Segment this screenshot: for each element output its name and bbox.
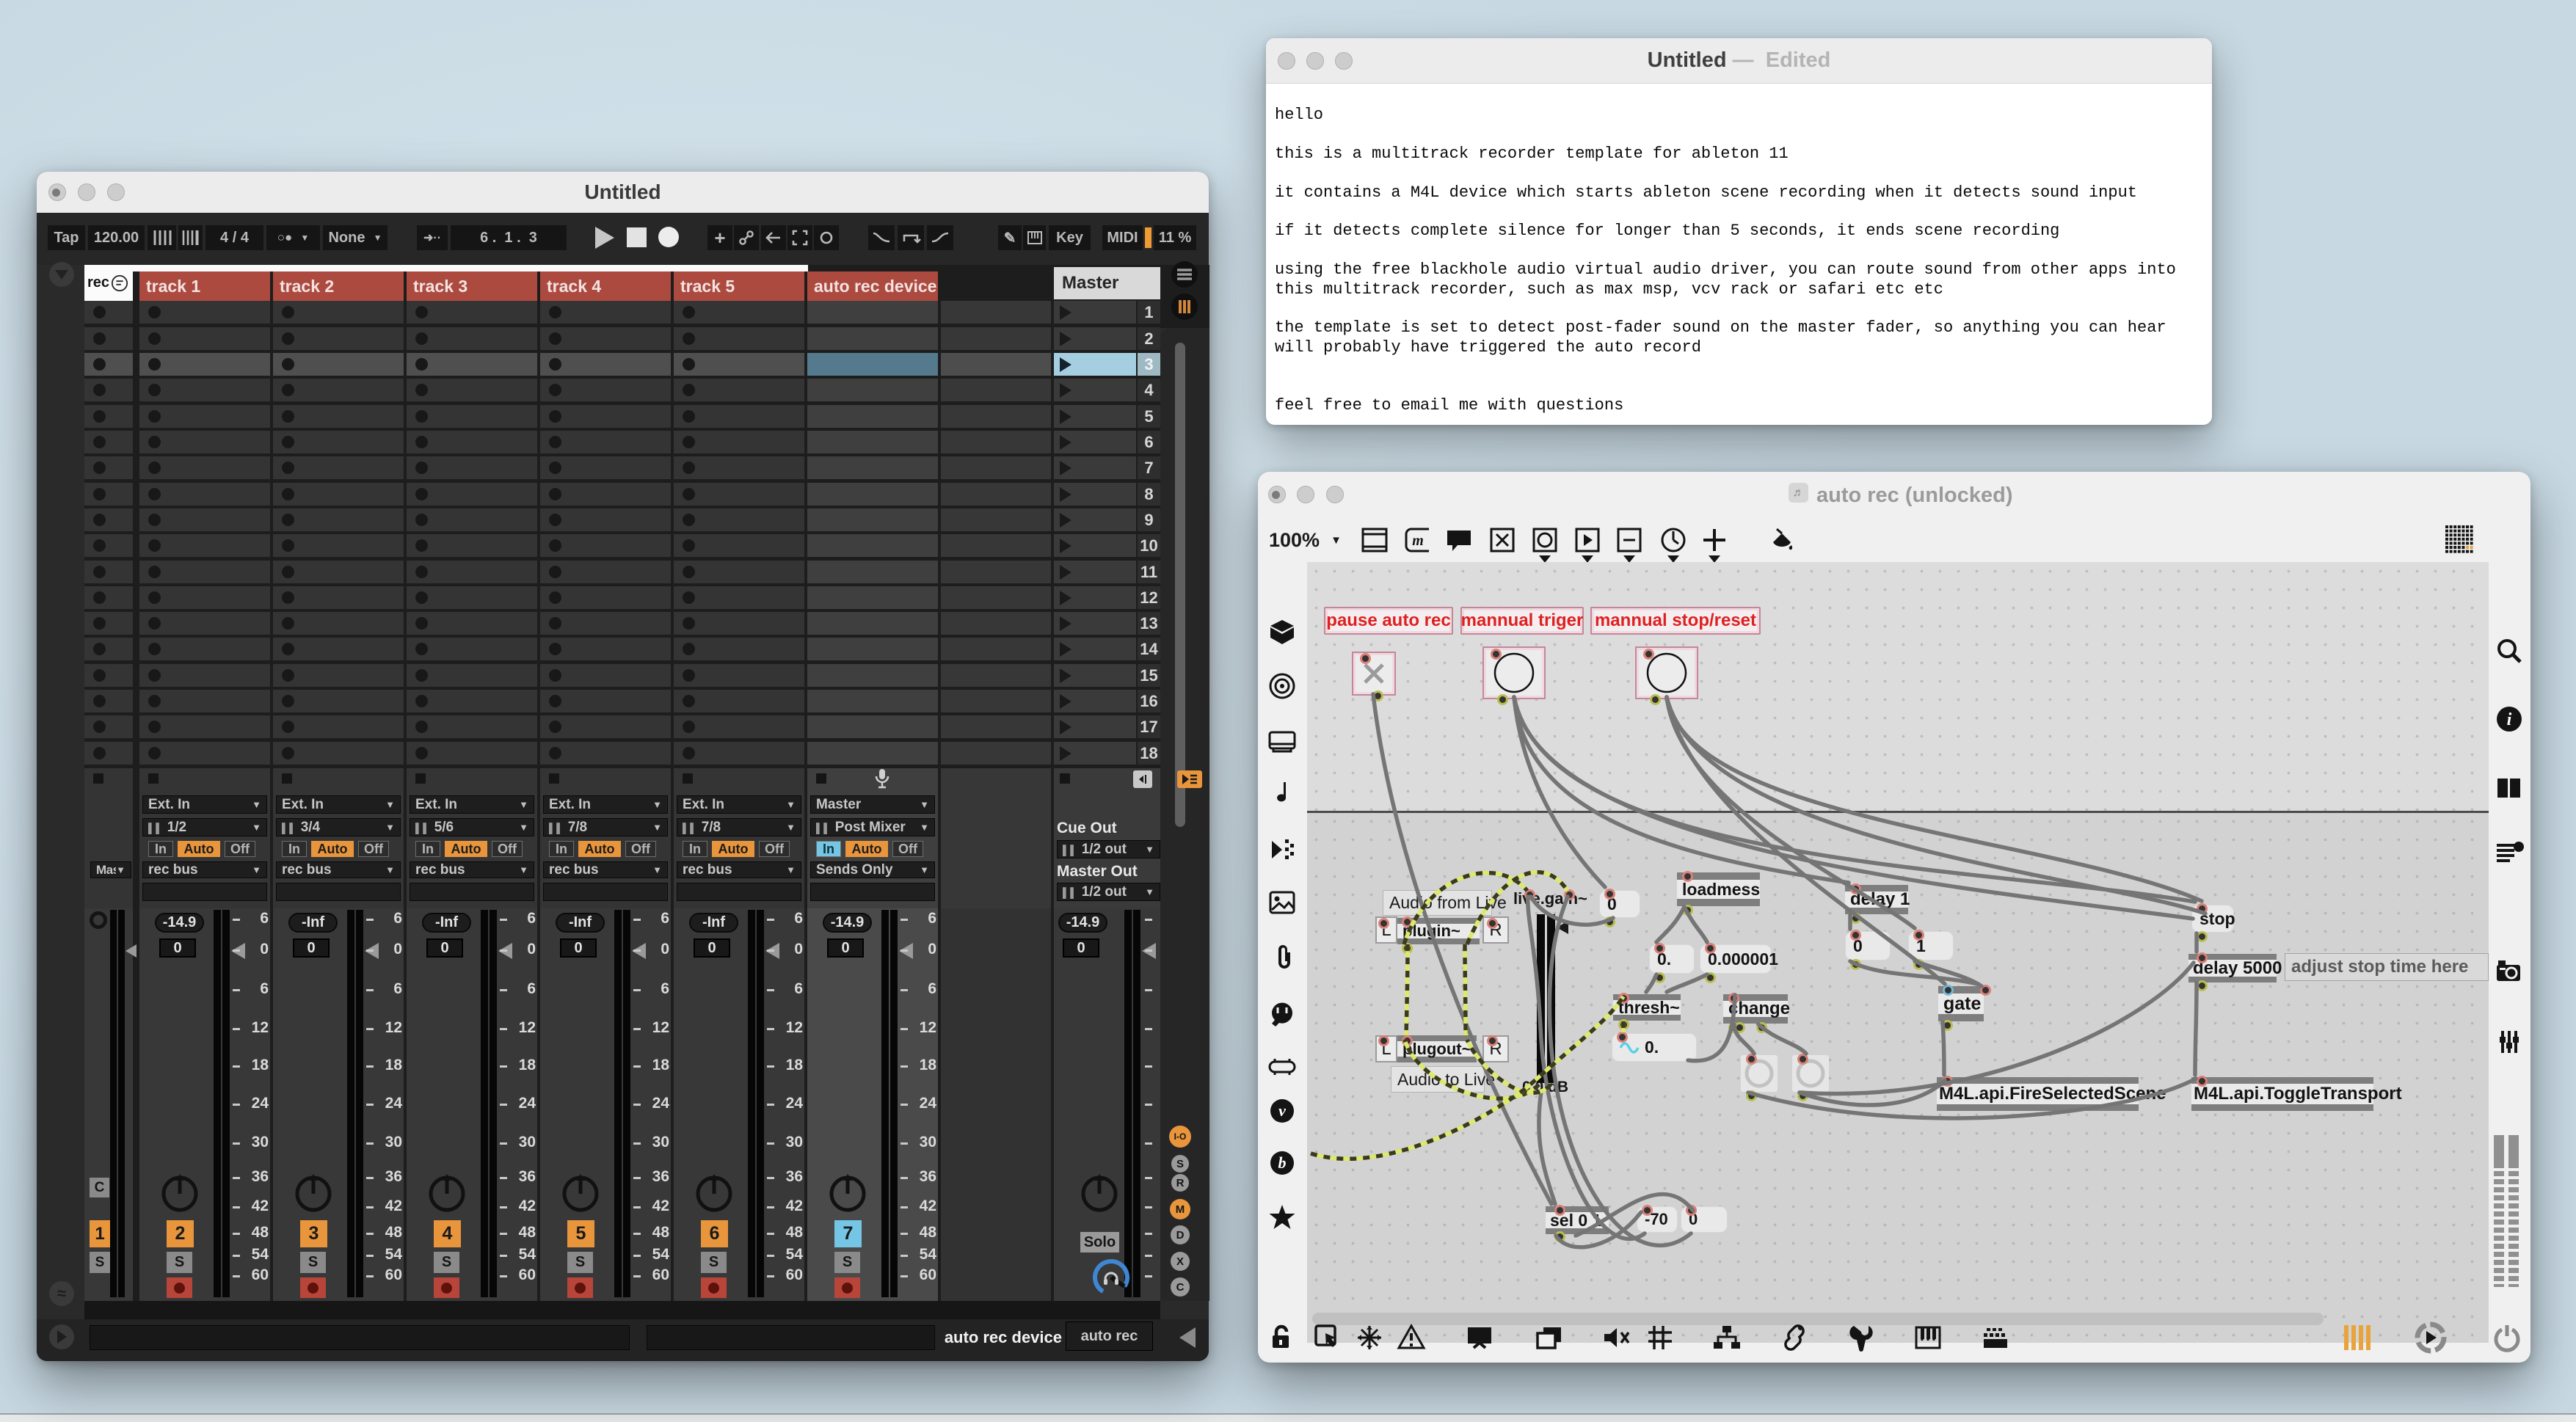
svg-text:b: b — [1278, 1153, 1287, 1172]
svg-text:i: i — [2507, 710, 2512, 729]
svg-text:v: v — [1278, 1101, 1286, 1120]
svg-text:m: m — [1412, 533, 1424, 549]
